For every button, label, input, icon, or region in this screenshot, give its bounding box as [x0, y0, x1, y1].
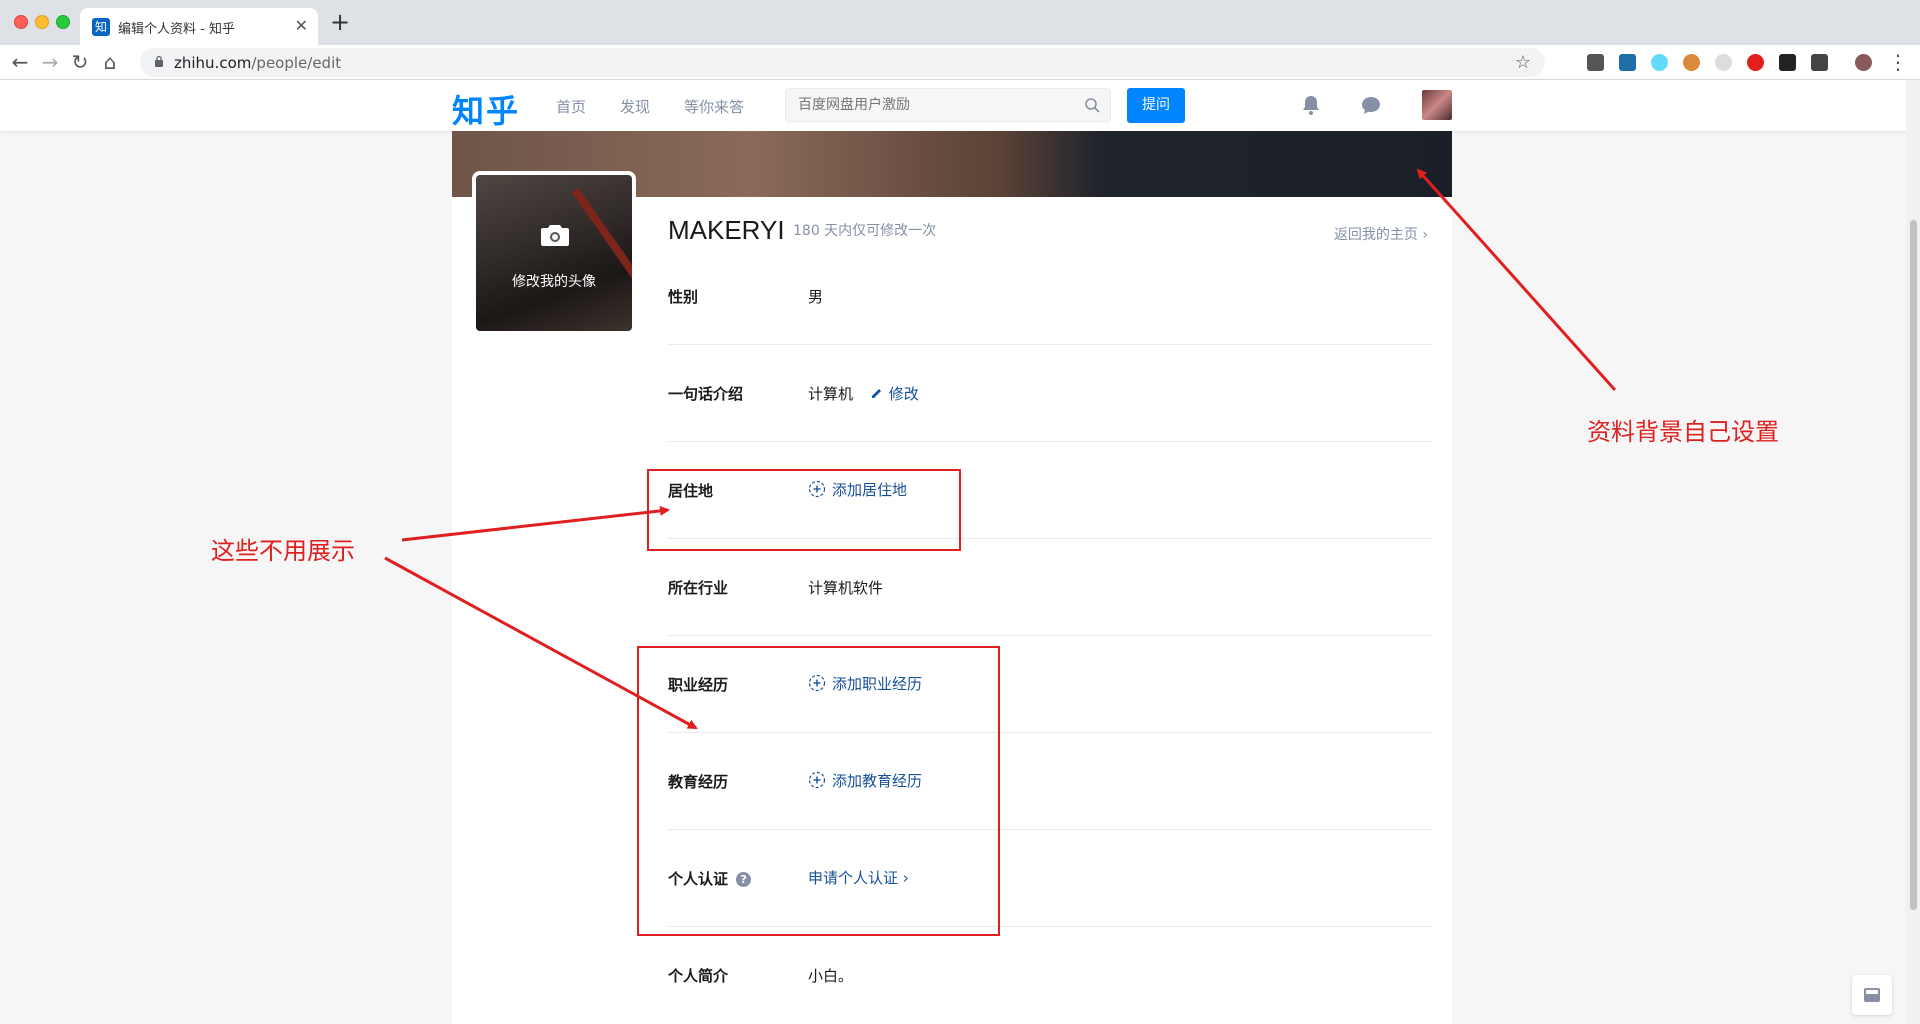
new-tab-button[interactable]: +: [330, 10, 350, 34]
row-label: 所在行业: [668, 579, 729, 597]
browser-toolbar: ← → ↻ ⌂ zhihu.com/people/edit ☆ ⋮: [0, 45, 1920, 80]
nav-waiting[interactable]: 等你来答: [684, 96, 744, 117]
ask-question-button[interactable]: 提问: [1127, 88, 1185, 123]
profile-avatar[interactable]: 修改我的头像: [472, 171, 636, 335]
browser-titlebar: 知 编辑个人资料 - 知乎 ✕ +: [0, 0, 1920, 45]
row-bio: 个人简介 小白。: [668, 927, 1433, 1024]
zhihu-favicon-icon: 知: [92, 18, 110, 36]
url-text: zhihu.com/people/edit: [174, 54, 342, 72]
close-window-button[interactable]: [14, 15, 28, 29]
maximize-window-button[interactable]: [56, 15, 70, 29]
cookie-icon[interactable]: [1683, 54, 1700, 71]
bookmark-star-icon[interactable]: ☆: [1515, 52, 1531, 73]
row-industry: 所在行业 计算机软件: [668, 539, 1433, 636]
row-label: 个人简介: [668, 967, 729, 985]
edit-headline-link[interactable]: 修改: [870, 383, 919, 404]
row-value[interactable]: 计算机软件: [808, 577, 883, 598]
scrollbar-thumb[interactable]: [1910, 220, 1917, 910]
back-to-homepage-link[interactable]: 返回我的主页 ›: [1334, 224, 1428, 244]
pencil-icon: [872, 389, 881, 398]
inbox-icon: [1864, 988, 1880, 1002]
change-avatar-label: 修改我的头像: [512, 274, 596, 290]
bell-icon[interactable]: [1300, 94, 1322, 116]
annotation-box-career-education: [637, 646, 1000, 936]
extension-circle-icon[interactable]: [1715, 54, 1732, 71]
row-gender: 性别 男: [668, 248, 1433, 345]
row-value[interactable]: 男: [808, 286, 823, 307]
opera-icon[interactable]: [1747, 54, 1764, 71]
search-icon[interactable]: [1084, 97, 1100, 113]
row-label: 一句话介绍: [668, 385, 744, 403]
annotation-cover-note: 资料背景自己设置: [1587, 418, 1779, 446]
row-label: 性别: [668, 288, 699, 306]
zhihu-logo[interactable]: 知乎: [452, 86, 520, 132]
annotation-box-location: [647, 469, 961, 551]
reload-icon[interactable]: ↻: [68, 50, 92, 74]
search-input[interactable]: [798, 97, 1068, 113]
lock-icon: [155, 55, 163, 67]
name-edit-note: 180 天内仅可修改一次: [793, 223, 937, 239]
address-bar[interactable]: zhihu.com/people/edit ☆: [140, 48, 1545, 77]
tab-close-icon[interactable]: ✕: [295, 16, 308, 35]
row-value: 计算机: [808, 385, 854, 403]
forward-arrow-icon[interactable]: →: [38, 50, 62, 74]
minimize-window-button[interactable]: [35, 15, 49, 29]
message-icon[interactable]: [1360, 94, 1382, 116]
extension-v-icon[interactable]: [1587, 54, 1604, 71]
profile-avatar-icon[interactable]: [1855, 54, 1872, 71]
avatar-overlay: [476, 175, 632, 331]
nav-discover[interactable]: 发现: [620, 96, 650, 117]
camera-icon: [541, 225, 569, 246]
row-value[interactable]: 小白。: [808, 965, 853, 986]
browser-tab[interactable]: 知 编辑个人资料 - 知乎 ✕: [80, 8, 318, 45]
annotation-hide-note: 这些不用展示: [211, 537, 355, 565]
extension-dark-icon[interactable]: [1779, 54, 1796, 71]
user-avatar[interactable]: [1422, 90, 1452, 120]
nav-home[interactable]: 首页: [556, 96, 586, 117]
row-headline: 一句话介绍 计算机 修改: [668, 345, 1433, 442]
back-to-top-button[interactable]: [1852, 975, 1892, 1015]
site-header: 知乎 首页 发现 等你来答 提问: [0, 80, 1906, 131]
back-arrow-icon[interactable]: ←: [8, 50, 32, 74]
tab-title: 编辑个人资料 - 知乎: [118, 22, 235, 37]
react-devtools-icon[interactable]: [1651, 54, 1668, 71]
camera-extension-icon[interactable]: [1811, 54, 1828, 71]
home-icon[interactable]: ⌂: [98, 50, 122, 74]
browser-menu-icon[interactable]: ⋮: [1888, 50, 1908, 74]
profile-name[interactable]: MAKERYI: [668, 215, 785, 246]
search-box[interactable]: [785, 88, 1111, 122]
extension-grid-icon[interactable]: [1619, 54, 1636, 71]
